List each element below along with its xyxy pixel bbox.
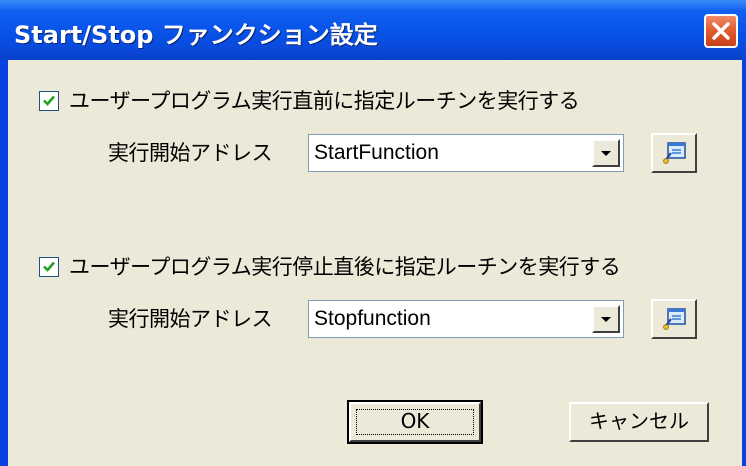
stop-checkbox-label[interactable]: ユーザープログラム実行停止直後に指定ルーチンを実行する	[69, 252, 621, 282]
start-address-value[interactable]: StartFunction	[314, 135, 439, 171]
start-checkbox-label[interactable]: ユーザープログラム実行直前に指定ルーチンを実行する	[69, 86, 580, 116]
stop-address-dropdown-button[interactable]	[592, 305, 620, 333]
start-browse-button[interactable]	[651, 133, 697, 173]
stop-checkbox[interactable]	[39, 257, 59, 277]
title-bar[interactable]: Start/Stop ファンクション設定	[0, 0, 746, 60]
window-title: Start/Stop ファンクション設定	[14, 21, 378, 49]
checkmark-icon	[43, 95, 55, 106]
cancel-button-label: キャンセル	[589, 409, 689, 433]
cancel-button[interactable]: キャンセル	[569, 402, 709, 442]
chevron-down-icon	[601, 151, 611, 156]
stop-address-label: 実行開始アドレス	[108, 307, 273, 331]
browse-symbol-icon	[663, 142, 686, 164]
close-button[interactable]	[704, 14, 738, 48]
chevron-down-icon	[601, 317, 611, 322]
dialog-window: Start/Stop ファンクション設定 ユーザープログラム実行直前に指定ルーチ…	[0, 0, 746, 466]
ok-button[interactable]: OK	[347, 400, 483, 444]
ok-button-label: OK	[400, 409, 430, 433]
stop-address-value[interactable]: Stopfunction	[314, 301, 431, 337]
stop-address-combobox[interactable]: Stopfunction	[308, 300, 624, 338]
start-address-label: 実行開始アドレス	[108, 141, 273, 165]
start-address-combobox[interactable]: StartFunction	[308, 134, 624, 172]
stop-browse-button[interactable]	[651, 299, 697, 339]
start-address-dropdown-button[interactable]	[592, 139, 620, 167]
close-x-icon	[712, 22, 730, 40]
checkmark-icon	[43, 261, 55, 272]
dialog-client-area: ユーザープログラム実行直前に指定ルーチンを実行する 実行開始アドレス Start…	[8, 60, 742, 466]
browse-symbol-icon	[663, 308, 686, 330]
start-checkbox[interactable]	[39, 91, 59, 111]
